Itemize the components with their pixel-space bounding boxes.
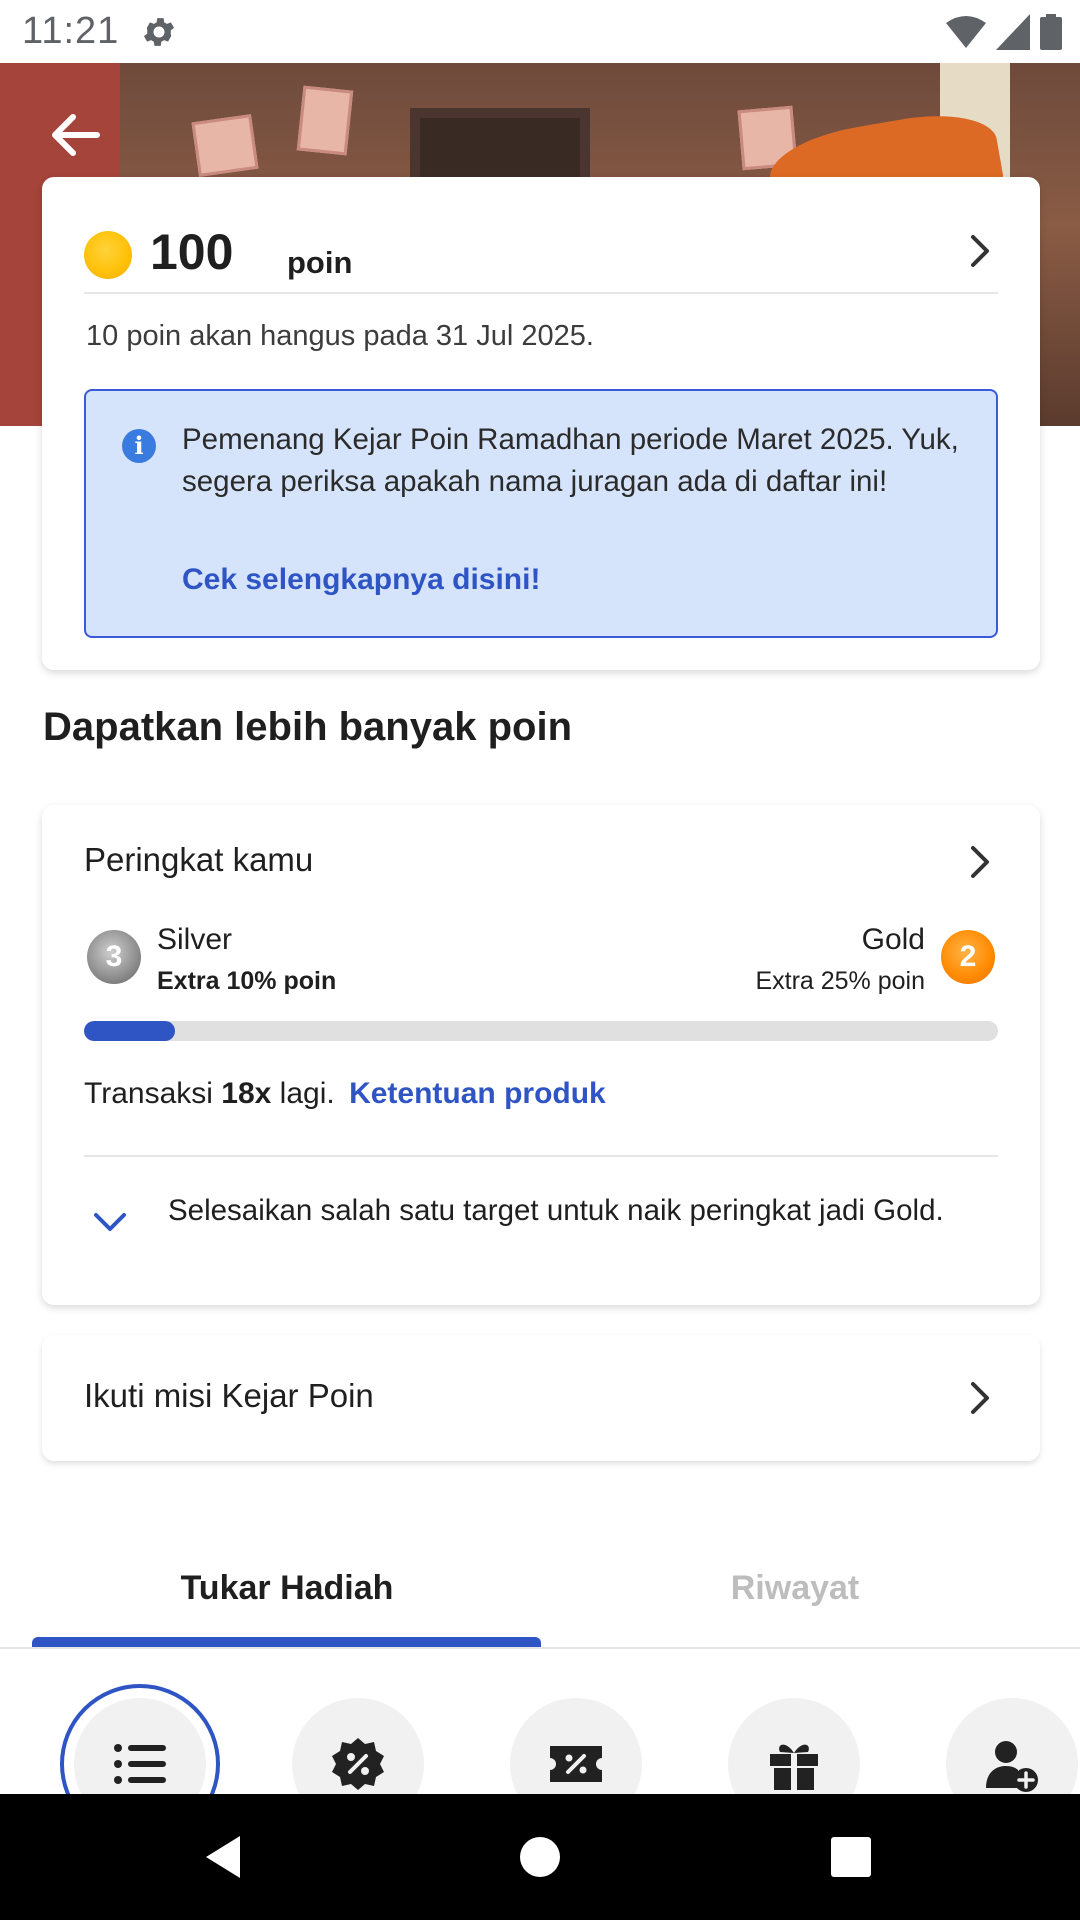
status-bar: 11:21 [0, 0, 1080, 63]
gold-badge-icon: 2 [941, 930, 995, 984]
tab-riwayat[interactable]: Riwayat [540, 1569, 1050, 1608]
category-discount[interactable] [292, 1698, 424, 1794]
next-tier-name: Gold [861, 923, 925, 956]
mission-card[interactable]: Ikuti misi Kejar Poin [42, 1335, 1040, 1461]
nav-recents-icon[interactable] [826, 1832, 876, 1882]
info-link[interactable]: Cek selengkapnya disini! [182, 563, 540, 597]
battery-icon [1040, 14, 1062, 50]
gift-icon [770, 1744, 818, 1790]
category-voucher[interactable] [510, 1698, 642, 1794]
info-banner: i Pemenang Kejar Poin Ramadhan periode M… [84, 389, 998, 638]
txn-count: 18x [221, 1077, 272, 1110]
gear-icon [143, 18, 175, 46]
hero-decoration [296, 85, 354, 156]
arrow-left-icon[interactable] [45, 110, 105, 160]
points-card: 100 poin 10 poin akan hangus pada 31 Jul… [42, 177, 1040, 670]
divider [84, 292, 998, 294]
next-tier-extra: Extra 25% poin [755, 967, 925, 995]
chevron-right-icon[interactable] [964, 842, 994, 882]
nav-back-icon[interactable] [200, 1832, 250, 1882]
hero-decoration [191, 114, 259, 177]
terms-link[interactable]: Ketentuan produk [349, 1077, 606, 1110]
current-tier-extra: Extra 10% poin [157, 967, 337, 995]
points-summary[interactable]: 100 poin [84, 217, 998, 287]
silver-badge-icon: 3 [87, 930, 141, 984]
voucher-icon [550, 1746, 602, 1782]
current-tier-name: Silver [157, 923, 233, 956]
txn-prefix: Transaksi [84, 1077, 213, 1110]
info-text: Pemenang Kejar Poin Ramadhan periode Mar… [182, 423, 959, 498]
chevron-right-icon [971, 235, 989, 267]
status-icons [946, 12, 1062, 52]
category-row [0, 1650, 1080, 1794]
system-nav-bar [0, 1794, 1080, 1920]
category-referral[interactable] [946, 1698, 1078, 1794]
discount-badge-icon [332, 1738, 384, 1790]
divider [84, 1155, 998, 1157]
wifi-icon [946, 16, 986, 48]
points-value: 100 [150, 224, 234, 280]
expiry-notice: 10 poin akan hangus pada 31 Jul 2025. [86, 320, 594, 352]
nav-home-icon[interactable] [515, 1832, 565, 1882]
list-icon [114, 1744, 166, 1784]
rank-progress-fill [84, 1021, 176, 1041]
transaction-requirement: Transaksi 18x lagi. Ketentuan produk [84, 1077, 606, 1111]
chevron-right-icon [971, 1382, 989, 1414]
rank-card: Peringkat kamu 3 Silver Extra 10% poin G… [42, 805, 1040, 1305]
points-unit: poin [287, 245, 353, 280]
info-icon: i [122, 429, 156, 463]
tab-bar: Tukar Hadiah Riwayat [0, 1555, 1080, 1649]
target-description: Selesaikan salah satu target untuk naik … [168, 1194, 944, 1227]
txn-suffix: lagi. [279, 1077, 335, 1110]
add-user-icon [986, 1741, 1038, 1792]
tab-indicator [32, 1637, 541, 1647]
category-gift[interactable] [728, 1698, 860, 1794]
rank-progress-bar [84, 1021, 998, 1041]
rank-title[interactable]: Peringkat kamu [84, 841, 313, 879]
tab-tukar-hadiah[interactable]: Tukar Hadiah [32, 1569, 542, 1608]
status-time: 11:21 [22, 10, 120, 52]
mission-label: Ikuti misi Kejar Poin [84, 1377, 374, 1414]
signal-icon [996, 14, 1030, 50]
chevron-down-icon[interactable] [92, 1210, 128, 1234]
coin-icon [84, 231, 132, 279]
section-title: Dapatkan lebih banyak poin [43, 705, 573, 749]
